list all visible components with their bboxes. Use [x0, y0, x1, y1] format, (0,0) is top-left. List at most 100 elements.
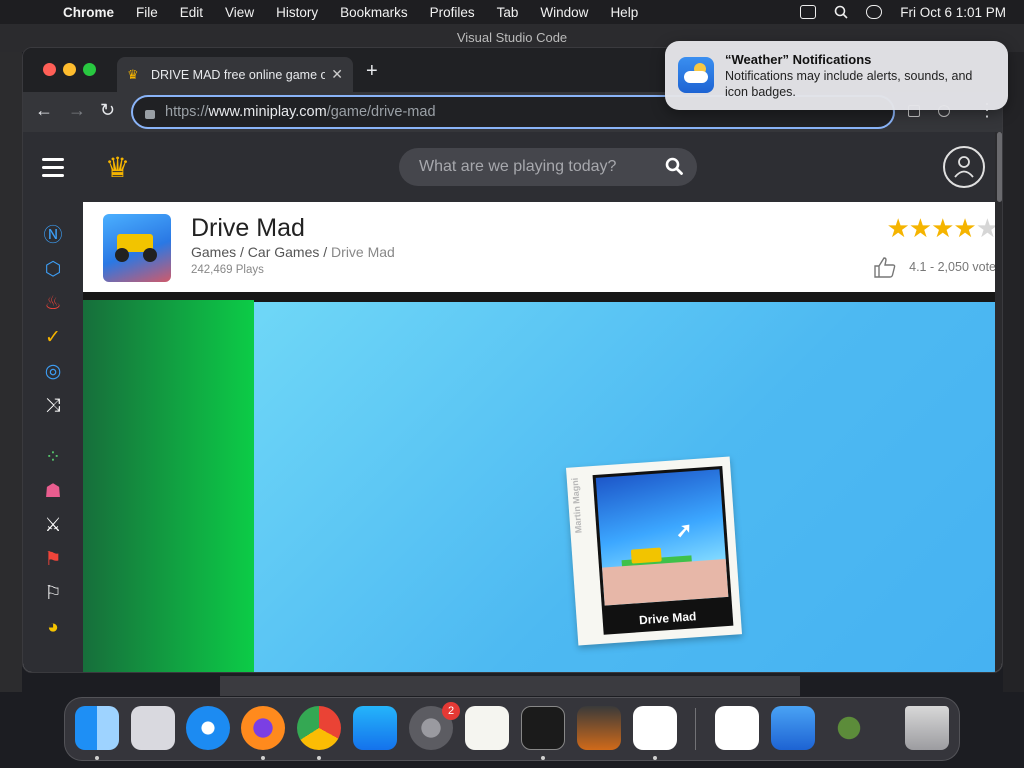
game-canvas[interactable]: Martin Magni ➚ Drive Mad	[254, 302, 995, 672]
category-sidebar: Ⓝ ⬡ ♨ ✓ ◎ ⤨ ⁘ ☗ ⚔ ⚑ ⚐ ◕	[23, 202, 83, 672]
site-search-box[interactable]: What are we playing today?	[399, 148, 697, 186]
green-background	[83, 300, 254, 672]
close-tab-icon[interactable]: ✕	[331, 66, 343, 83]
dock-dot	[95, 756, 99, 760]
menu-app-name[interactable]: Chrome	[52, 5, 125, 20]
crown-favicon-icon: ♛	[127, 66, 139, 82]
menu-help[interactable]: Help	[599, 5, 649, 20]
menu-tab[interactable]: Tab	[486, 5, 530, 20]
new-tab-icon[interactable]: +	[366, 60, 378, 83]
wheel	[115, 248, 129, 262]
app-store-icon[interactable]	[353, 706, 397, 750]
checkered-flag-icon[interactable]: ⚐	[41, 582, 65, 606]
search-icon[interactable]	[665, 157, 683, 175]
star-filled-icon[interactable]: ★	[931, 213, 954, 243]
breadcrumb-car-games[interactable]: Car Games	[248, 244, 320, 260]
arrow-icon: ➚	[674, 519, 694, 543]
firefox-icon[interactable]	[241, 706, 285, 750]
minimize-window-button[interactable]	[63, 63, 76, 76]
hamburger-menu-icon[interactable]	[42, 158, 64, 182]
web-page: ♛ What are we playing today? Ⓝ ⬡ ♨ ✓ ◎ ⤨…	[23, 132, 1002, 672]
launchpad-icon[interactable]	[131, 706, 175, 750]
star-filled-icon[interactable]: ★	[886, 213, 909, 243]
monster-truck-icon	[630, 547, 662, 564]
menu-bar: Chrome File Edit View History Bookmarks …	[0, 0, 1024, 24]
breadcrumb-separator: /	[236, 244, 248, 260]
card-caption: Drive Mad	[638, 609, 697, 628]
visual-studio-icon[interactable]	[715, 706, 759, 750]
notification-body: Notifications may include alerts, sounds…	[725, 69, 973, 99]
control-center-icon[interactable]	[866, 5, 883, 19]
url-path: /game/drive-mad	[326, 104, 436, 120]
breadcrumb-separator: /	[319, 244, 332, 260]
multiplayer-icon[interactable]: ☗	[41, 480, 65, 504]
thumbs-up-icon[interactable]	[873, 256, 897, 278]
trash-icon[interactable]	[905, 706, 949, 750]
breadcrumb-current: Drive Mad	[331, 244, 395, 260]
lock-icon[interactable]	[145, 109, 155, 119]
cube-icon[interactable]: ⬡	[41, 258, 65, 282]
dock-dot	[653, 756, 657, 760]
shuffle-icon[interactable]: ⤨	[41, 394, 65, 418]
menu-edit[interactable]: Edit	[169, 5, 214, 20]
menu-bookmarks[interactable]: Bookmarks	[329, 5, 419, 20]
close-window-button[interactable]	[43, 63, 56, 76]
check-icon[interactable]: ✓	[41, 326, 65, 350]
card-scene: ➚	[595, 469, 729, 606]
rating-text: 4.1 - 2,050 vote	[909, 260, 996, 274]
compass-icon[interactable]: ◎	[41, 360, 65, 384]
play-count: 242,469 Plays	[191, 264, 264, 276]
dots-icon[interactable]: ⁘	[41, 446, 65, 470]
menu-history[interactable]: History	[265, 5, 329, 20]
browser-tab[interactable]: ♛ DRIVE MAD free online game on ✕	[117, 57, 353, 92]
chrome-icon[interactable]	[297, 706, 341, 750]
downloads-icon[interactable]	[827, 706, 871, 750]
news-icon[interactable]: Ⓝ	[41, 224, 65, 248]
back-icon[interactable]: ←	[35, 100, 53, 121]
menu-view[interactable]: View	[214, 5, 265, 20]
site-header: ♛ What are we playing today?	[23, 132, 1002, 202]
weather-widget-strip	[220, 676, 800, 696]
game-thumbnail[interactable]	[103, 214, 171, 282]
ground	[602, 559, 729, 606]
menu-file[interactable]: File	[125, 5, 169, 20]
spotlight-icon[interactable]	[834, 5, 848, 19]
dock-dot	[317, 756, 321, 760]
menu-clock[interactable]: Fri Oct 6 1:01 PM	[900, 5, 1006, 20]
menu-window[interactable]: Window	[529, 5, 599, 20]
textedit-icon[interactable]	[465, 706, 509, 750]
miniplay-logo-icon[interactable]: ♛	[105, 151, 130, 184]
fire-icon[interactable]: ♨	[41, 292, 65, 316]
star-filled-icon[interactable]: ★	[953, 213, 976, 243]
forward-icon[interactable]: →	[68, 100, 86, 121]
pacman-icon[interactable]: ◕	[41, 616, 65, 640]
breadcrumb-games[interactable]: Games	[191, 244, 236, 260]
flag-icon[interactable]: ⚑	[41, 548, 65, 572]
rating-summary: 4.1 - 2,050 vote	[873, 256, 996, 278]
game-frame[interactable]: Martin Magni ➚ Drive Mad	[83, 292, 995, 672]
weather-notification[interactable]: “Weather” Notifications Notifications ma…	[665, 41, 1008, 110]
card-author: Martin Magni	[569, 477, 584, 534]
star-filled-icon[interactable]: ★	[909, 213, 932, 243]
dock-sep	[695, 708, 696, 750]
vertical-scrollbar[interactable]	[995, 132, 1002, 672]
garageband-icon[interactable]	[577, 706, 621, 750]
weather-icon[interactable]	[771, 706, 815, 750]
chrome-window: ♛ DRIVE MAD free online game on ✕ + ← → …	[22, 47, 1003, 673]
dock-dot	[261, 756, 265, 760]
scrollbar-thumb[interactable]	[997, 132, 1002, 202]
weather-app-icon	[678, 57, 714, 93]
user-account-icon[interactable]	[943, 146, 985, 188]
finder-icon[interactable]	[75, 706, 119, 750]
reload-icon[interactable]: ↻	[100, 100, 115, 121]
swords-icon[interactable]: ⚔	[41, 514, 65, 538]
screen-mirroring-icon[interactable]	[800, 5, 817, 19]
menu-profiles[interactable]: Profiles	[419, 5, 486, 20]
safari-icon[interactable]	[186, 706, 230, 750]
tab-title: DRIVE MAD free online game on	[151, 67, 326, 82]
rating-stars[interactable]: ★★★★★	[886, 213, 999, 244]
vscode-icon[interactable]	[633, 706, 677, 750]
zoom-window-button[interactable]	[83, 63, 96, 76]
terminal-icon[interactable]	[521, 706, 565, 750]
game-title: Drive Mad	[191, 214, 305, 242]
